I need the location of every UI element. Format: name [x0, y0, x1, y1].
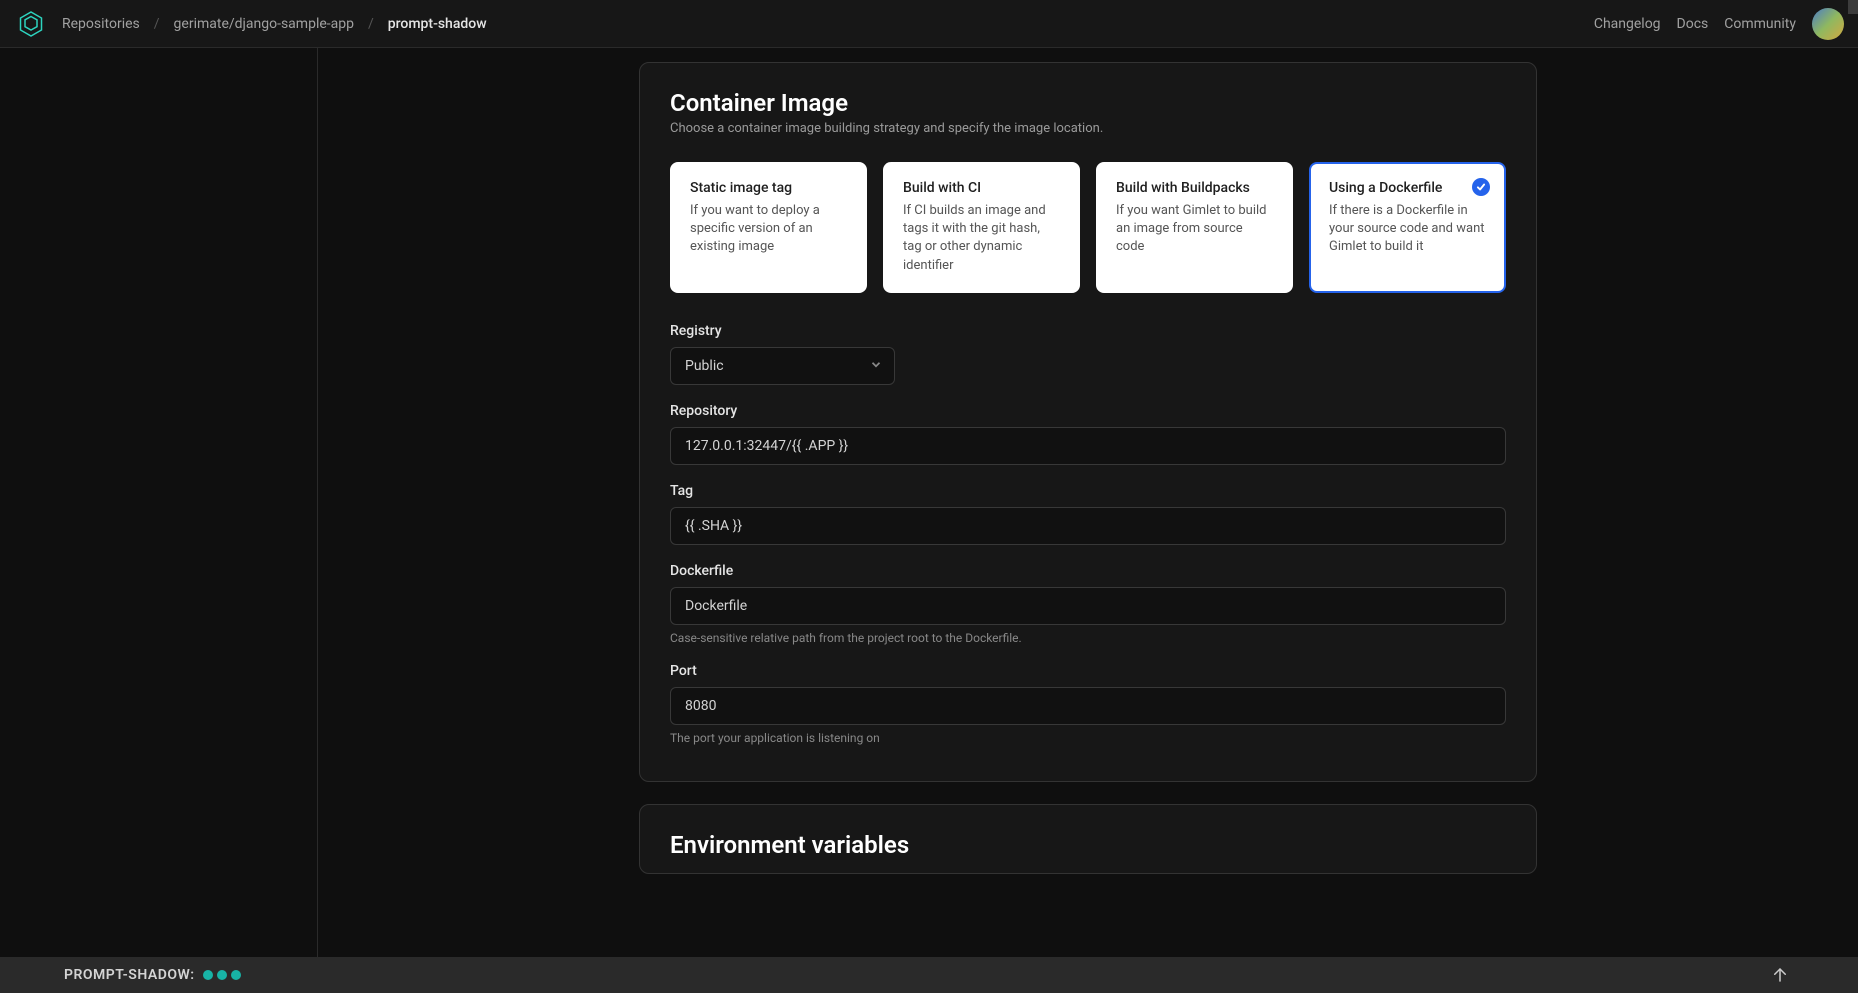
tag-label: Tag: [670, 483, 1506, 499]
dockerfile-input[interactable]: [670, 587, 1506, 625]
nav-docs[interactable]: Docs: [1677, 16, 1709, 32]
strategy-build-ci[interactable]: Build with CI If CI builds an image and …: [883, 162, 1080, 293]
breadcrumb: Repositories / gerimate/django-sample-ap…: [62, 16, 487, 32]
strategy-dockerfile[interactable]: Using a Dockerfile If there is a Dockerf…: [1309, 162, 1506, 293]
strategy-desc: If CI builds an image and tags it with t…: [903, 202, 1060, 275]
breadcrumb-sep: /: [154, 16, 160, 32]
strategy-desc: If you want Gimlet to build an image fro…: [1116, 202, 1273, 257]
panel-title: Container Image: [670, 89, 1506, 117]
field-repository: Repository: [670, 403, 1506, 465]
port-help: The port your application is listening o…: [670, 731, 1506, 745]
breadcrumb-page[interactable]: prompt-shadow: [388, 16, 487, 32]
panel-subtitle: Choose a container image building strate…: [670, 121, 1506, 136]
strategy-desc: If you want to deploy a specific version…: [690, 202, 847, 257]
topbar-right: Changelog Docs Community: [1594, 8, 1844, 40]
tag-input[interactable]: [670, 507, 1506, 545]
strategy-title: Static image tag: [690, 180, 847, 196]
main: Container Image Choose a container image…: [318, 48, 1858, 957]
field-dockerfile: Dockerfile Case-sensitive relative path …: [670, 563, 1506, 645]
strategy-row: Static image tag If you want to deploy a…: [670, 162, 1506, 293]
field-registry: Registry: [670, 323, 1506, 385]
status-dots: [203, 970, 241, 980]
strategy-buildpacks[interactable]: Build with Buildpacks If you want Gimlet…: [1096, 162, 1293, 293]
page-scroll-indicator: [1848, 0, 1858, 14]
content-column: Container Image Choose a container image…: [639, 62, 1537, 917]
registry-select[interactable]: [670, 347, 895, 385]
strategy-title: Build with CI: [903, 180, 1060, 196]
sidebar: [0, 48, 318, 957]
topbar-left: Repositories / gerimate/django-sample-ap…: [14, 7, 487, 41]
status-left: PROMPT-SHADOW:: [64, 967, 241, 983]
field-tag: Tag: [670, 483, 1506, 545]
env-vars-panel: Environment variables: [639, 804, 1537, 874]
status-label: PROMPT-SHADOW:: [64, 967, 195, 983]
topbar: Repositories / gerimate/django-sample-ap…: [0, 0, 1858, 48]
repository-input[interactable]: [670, 427, 1506, 465]
app-logo[interactable]: [14, 7, 48, 41]
check-icon: [1472, 178, 1490, 196]
registry-label: Registry: [670, 323, 1506, 339]
strategy-title: Using a Dockerfile: [1329, 180, 1486, 196]
breadcrumb-repo[interactable]: gerimate/django-sample-app: [174, 16, 354, 32]
status-dot: [203, 970, 213, 980]
breadcrumb-sep: /: [368, 16, 374, 32]
statusbar: PROMPT-SHADOW:: [0, 957, 1858, 993]
registry-select-wrap: [670, 347, 895, 385]
port-input[interactable]: [670, 687, 1506, 725]
breadcrumb-root[interactable]: Repositories: [62, 16, 140, 32]
layout: Container Image Choose a container image…: [0, 48, 1858, 957]
repository-label: Repository: [670, 403, 1506, 419]
strategy-desc: If there is a Dockerfile in your source …: [1329, 202, 1486, 257]
avatar[interactable]: [1812, 8, 1844, 40]
strategy-title: Build with Buildpacks: [1116, 180, 1273, 196]
strategy-static-image[interactable]: Static image tag If you want to deploy a…: [670, 162, 867, 293]
dockerfile-label: Dockerfile: [670, 563, 1506, 579]
env-vars-title: Environment variables: [670, 831, 1506, 859]
status-dot: [217, 970, 227, 980]
status-dot: [231, 970, 241, 980]
field-port: Port The port your application is listen…: [670, 663, 1506, 745]
port-label: Port: [670, 663, 1506, 679]
nav-community[interactable]: Community: [1724, 16, 1796, 32]
dockerfile-help: Case-sensitive relative path from the pr…: [670, 631, 1506, 645]
nav-changelog[interactable]: Changelog: [1594, 16, 1661, 32]
scroll-top-button[interactable]: [1766, 961, 1794, 989]
container-image-panel: Container Image Choose a container image…: [639, 62, 1537, 782]
